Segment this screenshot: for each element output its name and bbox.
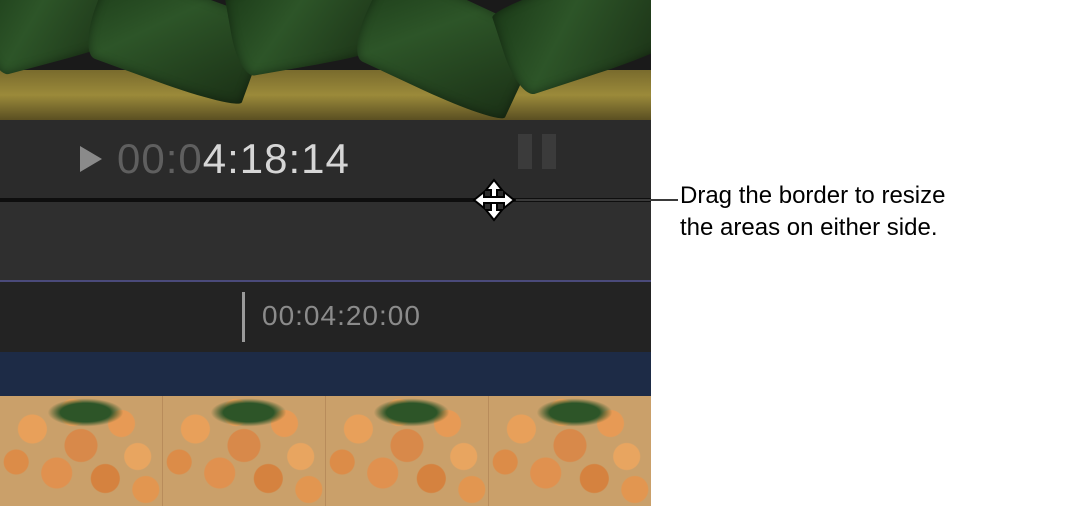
clip-thumbnail <box>325 396 488 506</box>
callout-text: Drag the border to resize the areas on e… <box>680 180 945 245</box>
timecode-dim: 00:0 <box>117 135 203 182</box>
timeline-ruler[interactable]: 00:04:20:00 <box>0 280 651 354</box>
timeline-clip[interactable] <box>0 396 651 506</box>
play-icon[interactable] <box>80 146 102 172</box>
clip-thumbnail <box>162 396 325 506</box>
clip-thumbnail <box>488 396 651 506</box>
ruler-timecode: 00:04:20:00 <box>262 300 421 332</box>
playhead-icon[interactable] <box>242 292 245 342</box>
timeline-track-header <box>0 352 651 396</box>
viewer-toolbar: 00:04:18:14 <box>0 120 651 198</box>
clip-thumbnail <box>0 396 162 506</box>
callout-line: the areas on either side. <box>680 212 945 244</box>
spacer-area <box>0 202 651 280</box>
current-timecode[interactable]: 00:04:18:14 <box>117 135 350 183</box>
viewer-area <box>0 0 651 120</box>
timecode-lit: 4:18:14 <box>203 135 350 182</box>
callout-leader-line <box>516 199 678 201</box>
audio-meters-icon <box>518 134 556 169</box>
callout-line: Drag the border to resize <box>680 180 945 212</box>
editor-panel: 00:04:18:14 00:04:20:00 <box>0 0 651 506</box>
